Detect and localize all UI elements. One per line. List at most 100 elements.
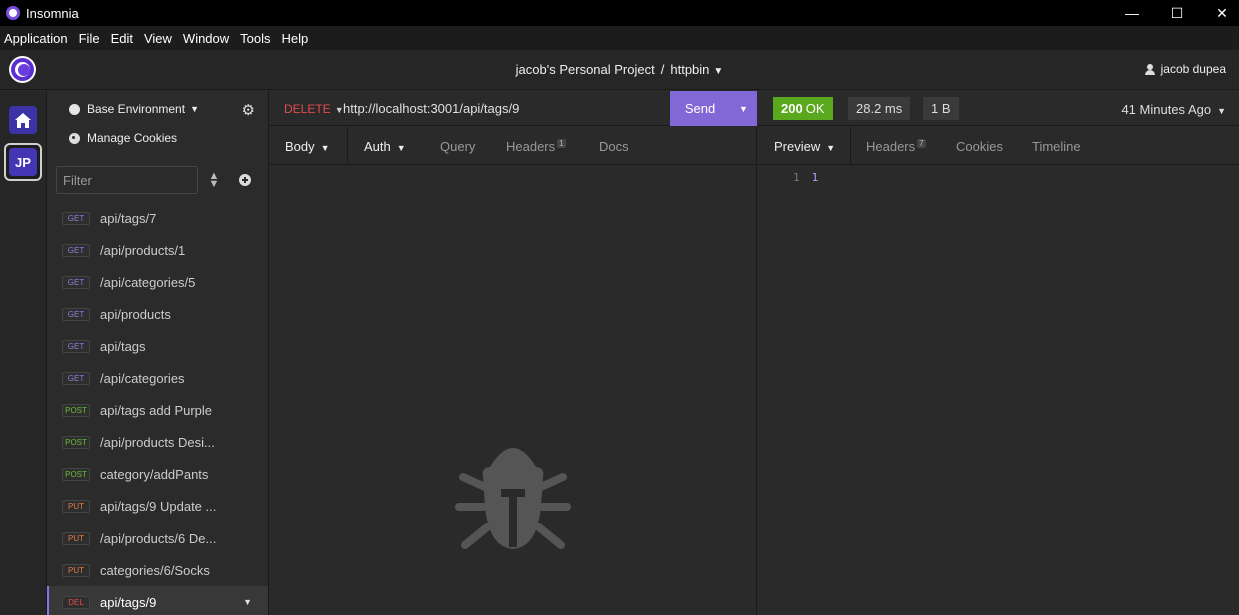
request-name: /api/categories: [100, 370, 185, 386]
gear-icon[interactable]: ⚙: [242, 101, 255, 119]
menu-edit[interactable]: Edit: [107, 31, 140, 46]
request-name: api/products: [100, 306, 171, 322]
minimize-button[interactable]: —: [1109, 0, 1155, 26]
method-selector[interactable]: DELETE ▼: [284, 102, 344, 116]
chevron-down-icon: ▼: [396, 143, 406, 153]
request-item[interactable]: GET/api/products/1: [47, 234, 268, 266]
tab-docs[interactable]: Docs: [599, 139, 629, 154]
tab-preview[interactable]: Preview ▼: [774, 139, 835, 154]
method-badge: PUT: [62, 563, 90, 577]
request-name: api/tags add Purple: [100, 402, 213, 418]
menu-view[interactable]: View: [140, 31, 179, 46]
tab-headers[interactable]: Headers 1: [506, 139, 566, 154]
tab-divider: [347, 127, 348, 165]
request-item[interactable]: PUT api/tags/9 Update ...: [47, 490, 268, 522]
url-input[interactable]: http://localhost:3001/api/tags/9: [343, 101, 519, 116]
menu-help[interactable]: Help: [278, 31, 316, 46]
request-item[interactable]: GET/api/categories: [47, 362, 268, 394]
request-name: /api/products/1: [100, 242, 186, 258]
method-badge: GET: [62, 307, 90, 321]
url-bar: DELETE ▼ http://localhost:3001/api/tags/9…: [269, 91, 757, 126]
request-item[interactable]: GET api/tags: [47, 330, 268, 362]
menu-tools[interactable]: Tools: [236, 31, 277, 46]
breadcrumb-collection[interactable]: httpbin: [670, 62, 709, 77]
method-badge: POST: [62, 403, 90, 417]
add-icon[interactable]: [239, 174, 251, 186]
maximize-button[interactable]: ☐: [1154, 0, 1200, 26]
menu-window[interactable]: Window: [179, 31, 236, 46]
home-button[interactable]: [9, 106, 37, 134]
method-badge: GET: [62, 275, 90, 289]
response-bar: 200 OK 28.2 ms 1 B 41 Minutes Ago ▼: [758, 91, 1239, 126]
chevron-down-icon: ▼: [1217, 106, 1226, 116]
request-name: /api/products Desi...: [100, 434, 215, 450]
request-item[interactable]: GET/api/categories/5: [47, 266, 268, 298]
request-name: api/tags/9 Update ...: [100, 498, 217, 514]
request-name: categories/6/Socks: [100, 562, 210, 578]
headers-count-badge: 1: [557, 139, 566, 148]
breadcrumb-separator: /: [660, 62, 665, 77]
request-name: category/addPants: [100, 466, 209, 482]
chevron-down-icon[interactable]: ▼: [243, 597, 252, 607]
tab-response-headers[interactable]: Headers 7: [866, 139, 926, 154]
app-header: jacob's Personal Project / httpbin ▼ jacob …: [0, 50, 1239, 90]
tab-headers-label: Headers: [506, 139, 556, 154]
method-badge: PUT: [62, 531, 90, 545]
breadcrumb-project[interactable]: jacob's Personal Project: [516, 62, 655, 77]
method-badge: PUT: [62, 499, 90, 513]
chevron-down-icon: ▼: [320, 143, 330, 153]
chevron-down-icon: ▼: [826, 143, 836, 153]
tab-auth[interactable]: Auth ▼: [364, 139, 406, 154]
response-age: 41 Minutes Ago: [1121, 102, 1212, 117]
tab-cookies[interactable]: Cookies: [956, 139, 1003, 154]
response-value: 1: [811, 171, 819, 184]
request-item[interactable]: DEL api/tags/9 ▼: [47, 586, 268, 615]
method-badge: GET: [62, 339, 90, 353]
project-avatar-initials: JP: [9, 148, 37, 176]
response-body[interactable]: 11: [793, 171, 818, 184]
request-tabs: Body ▼ Auth ▼ Query Headers 1 Docs: [269, 127, 756, 165]
chevron-down-icon[interactable]: ▼: [713, 66, 723, 77]
bug-icon: [455, 448, 571, 549]
request-item[interactable]: GET api/products: [47, 298, 268, 330]
environment-label: Base Environment: [87, 102, 186, 116]
menu-bar: Application File Edit View Window Tools …: [0, 26, 1239, 50]
request-item[interactable]: GET api/tags/7: [47, 202, 268, 234]
response-pane: 200 OK 28.2 ms 1 B 41 Minutes Ago ▼ Previe…: [758, 91, 1239, 615]
method-badge: GET: [62, 243, 90, 257]
request-item[interactable]: POST/api/products Desi...: [47, 426, 268, 458]
workspace-rail: JP: [0, 91, 47, 615]
user-icon: [1144, 63, 1155, 75]
project-avatar[interactable]: JP: [4, 143, 42, 181]
status-text: OK: [805, 101, 825, 116]
menu-file[interactable]: File: [75, 31, 107, 46]
tab-auth-label: Auth: [364, 139, 391, 154]
send-options-button[interactable]: ▼: [730, 91, 757, 126]
send-button[interactable]: Send: [670, 91, 730, 126]
line-number: 1: [793, 171, 800, 184]
request-item[interactable]: POST category/addPants: [47, 458, 268, 490]
method-badge: GET: [62, 371, 90, 385]
status-badge: 200 OK: [773, 97, 833, 120]
request-item[interactable]: PUT categories/6/Socks: [47, 554, 268, 586]
manage-cookies-button[interactable]: Manage Cookies: [69, 131, 177, 145]
tab-query[interactable]: Query: [440, 139, 475, 154]
home-icon: [15, 112, 31, 128]
tab-body[interactable]: Body ▼: [285, 139, 330, 154]
response-history-dropdown[interactable]: 41 Minutes Ago ▼: [1121, 102, 1226, 117]
environment-selector[interactable]: Base Environment ▼: [69, 102, 199, 116]
request-name: /api/products/6 De...: [100, 530, 217, 546]
request-item[interactable]: POST api/tags add Purple: [47, 394, 268, 426]
menu-application[interactable]: Application: [0, 31, 75, 46]
request-name: /api/categories/5: [100, 274, 196, 290]
user-menu[interactable]: jacob dupea: [1144, 62, 1226, 76]
tab-timeline[interactable]: Timeline: [1032, 139, 1081, 154]
sort-icon[interactable]: ▲ ▼: [208, 171, 220, 190]
close-button[interactable]: ✕: [1199, 0, 1239, 26]
request-name: api/tags/7: [100, 210, 157, 226]
request-item[interactable]: PUT/api/products/6 De...: [47, 522, 268, 554]
tab-response-headers-label: Headers: [866, 139, 916, 154]
chevron-down-icon: ▼: [190, 104, 199, 114]
filter-input[interactable]: [56, 166, 198, 194]
method-badge: GET: [62, 211, 90, 225]
